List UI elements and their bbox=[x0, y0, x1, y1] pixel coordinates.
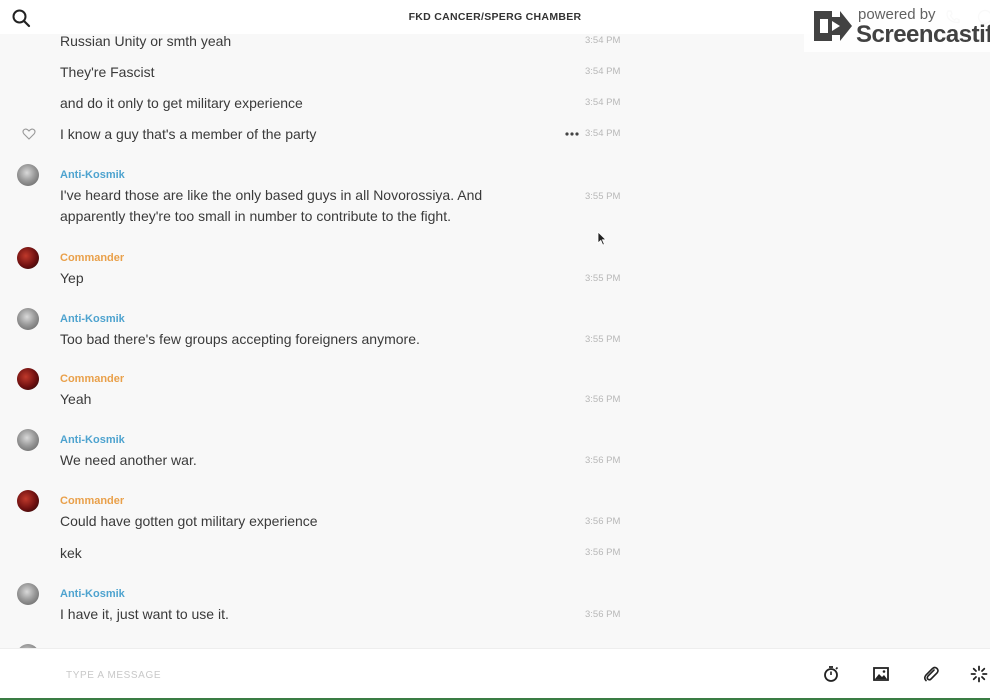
attachment-icon[interactable] bbox=[922, 665, 940, 683]
message-time: 3:56 PM bbox=[585, 455, 621, 466]
message-author[interactable]: Anti-Kosmik bbox=[60, 313, 125, 325]
message-author[interactable]: Commander bbox=[60, 373, 124, 385]
avatar[interactable] bbox=[17, 490, 39, 512]
message-text: kek bbox=[60, 545, 82, 561]
screencastify-watermark: powered by Screencastify bbox=[804, 0, 990, 52]
message-text: I've heard those are like the only based… bbox=[60, 187, 483, 224]
message-time: 3:54 PM bbox=[585, 97, 621, 108]
message-list: Russian Unity or smth yeah 3:54 PM They'… bbox=[0, 34, 640, 648]
message-time: 3:56 PM bbox=[585, 394, 621, 405]
avatar[interactable] bbox=[17, 308, 39, 330]
avatar[interactable] bbox=[17, 368, 39, 390]
message-input[interactable] bbox=[66, 665, 666, 685]
message-text: Yeah bbox=[60, 391, 92, 407]
message-text: I have it, just want to use it. bbox=[60, 606, 229, 622]
message-text: Could have gotten got military experienc… bbox=[60, 513, 318, 529]
message-text: Russian Unity or smth yeah bbox=[60, 34, 232, 49]
composer-bar bbox=[0, 648, 990, 700]
message-author[interactable]: Anti-Kosmik bbox=[60, 434, 125, 446]
message-text: They're Fascist bbox=[60, 64, 155, 80]
message-author[interactable]: Commander bbox=[60, 252, 124, 264]
message-time: 3:54 PM bbox=[585, 66, 621, 77]
message-time: 3:55 PM bbox=[585, 191, 621, 202]
image-icon[interactable] bbox=[872, 665, 890, 683]
message-time: 3:55 PM bbox=[585, 273, 621, 284]
avatar[interactable] bbox=[17, 164, 39, 186]
message-text: and do it only to get military experienc… bbox=[60, 95, 303, 111]
message-time: 3:56 PM bbox=[585, 547, 621, 558]
giphy-sparkle-icon[interactable] bbox=[970, 665, 988, 683]
message-time: 3:54 PM bbox=[585, 35, 621, 46]
more-options-icon[interactable] bbox=[565, 131, 579, 137]
message-text: I know a guy that's a member of the part… bbox=[60, 126, 317, 142]
avatar[interactable] bbox=[17, 429, 39, 451]
message-text: Yep bbox=[60, 270, 84, 286]
message-text: We need another war. bbox=[60, 452, 197, 468]
message-time: 3:56 PM bbox=[585, 609, 621, 620]
message-text: Too bad there's few groups accepting for… bbox=[60, 331, 420, 347]
screencastify-logo-icon bbox=[814, 11, 852, 41]
avatar[interactable] bbox=[17, 247, 39, 269]
message-author[interactable]: Commander bbox=[60, 495, 124, 507]
avatar[interactable] bbox=[17, 583, 39, 605]
message-time: 3:56 PM bbox=[585, 516, 621, 527]
message-author[interactable]: Anti-Kosmik bbox=[60, 588, 125, 600]
timer-icon[interactable] bbox=[822, 665, 840, 683]
mouse-cursor-icon bbox=[597, 231, 607, 246]
message-author[interactable]: Anti-Kosmik bbox=[60, 169, 125, 181]
like-heart-icon[interactable] bbox=[22, 127, 36, 141]
message-time: 3:55 PM bbox=[585, 334, 621, 345]
message-time: 3:54 PM bbox=[585, 128, 621, 139]
watermark-brand: Screencastify bbox=[856, 21, 990, 48]
